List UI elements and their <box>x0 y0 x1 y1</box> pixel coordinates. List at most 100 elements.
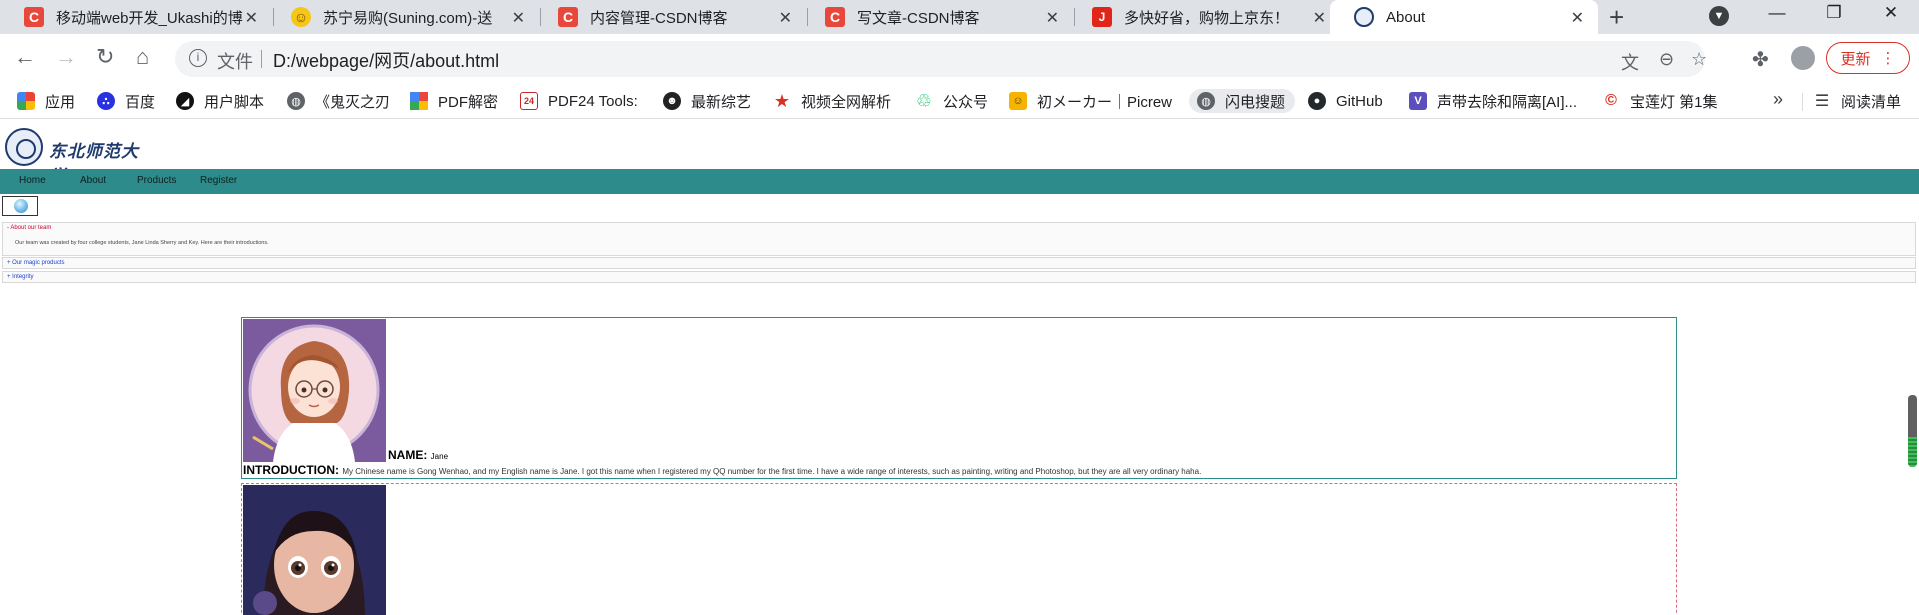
nav-about[interactable]: About <box>80 175 106 186</box>
bookmark-label: 初メーカー｜Picrew <box>1037 93 1173 111</box>
accordion-integrity[interactable]: + Integrity <box>2 271 1916 283</box>
translate-icon[interactable]: 文 <box>1621 49 1639 75</box>
forward-arrow-icon[interactable]: → <box>55 44 77 70</box>
variety-icon: ☻ <box>663 92 681 110</box>
accordion-title[interactable]: + Integrity <box>7 274 34 280</box>
university-seal-icon <box>5 128 43 166</box>
bookmark-label: 宝莲灯 第1集 <box>1630 93 1718 111</box>
suning-icon: ☺ <box>291 7 311 27</box>
bookmark-baidu[interactable]: ∴ 百度 <box>97 89 155 113</box>
profile-avatar[interactable] <box>1791 46 1815 70</box>
picrew-icon: ☺ <box>1009 92 1027 110</box>
minimize-button[interactable]: — <box>1749 0 1805 30</box>
accordion-body: Our team was created by four college stu… <box>15 240 269 246</box>
tab-strip: C 移动端web开发_Ukashi的博 ✕ ☺ 苏宁易购(Suning.com)… <box>0 0 1919 34</box>
bookmark-wechat-official[interactable]: ♲ 公众号 <box>915 89 988 113</box>
browser-toolbar: ← → ↻ ⌂ i 文件 D:/webpage/网页/about.html 文 … <box>0 34 1919 84</box>
extensions-puzzle-icon[interactable]: ✤ <box>1752 47 1769 72</box>
tab-1[interactable]: ☺ 苏宁易购(Suning.com)-送 ✕ <box>267 0 539 34</box>
bookmark-apps[interactable]: ​ 应用 <box>17 89 75 113</box>
tab-search-icon[interactable]: ▼ <box>1709 6 1729 26</box>
bookmark-github[interactable]: ● GitHub <box>1308 89 1383 113</box>
userscript-icon: ◢ <box>176 92 194 110</box>
bookmark-video-parse[interactable]: ★ 视频全网解析 <box>773 89 891 113</box>
tab-0[interactable]: C 移动端web开发_Ukashi的博 ✕ <box>0 0 272 34</box>
bookmark-label: 用户脚本 <box>204 93 265 111</box>
csdn-icon: C <box>558 7 578 27</box>
close-icon[interactable]: ✕ <box>1046 8 1059 28</box>
back-arrow-icon[interactable]: ← <box>14 44 36 70</box>
member-photo-jane <box>243 319 386 462</box>
site-nav-bar: Home About Products Register <box>0 169 1919 194</box>
maximize-button[interactable]: ❐ <box>1806 0 1862 30</box>
bookmark-label: PDF解密 <box>438 93 499 111</box>
tab-3[interactable]: C 写文章-CSDN博客 ✕ <box>801 0 1073 34</box>
bookmark-label: 应用 <box>45 93 76 111</box>
member-intro-label: INTRODUCTION: <box>243 463 339 477</box>
video-icon: © <box>1605 92 1617 109</box>
close-icon[interactable]: ✕ <box>1571 8 1584 28</box>
reading-list-icon: ☰ <box>1814 93 1830 110</box>
url-text[interactable]: D:/webpage/网页/about.html <box>273 47 499 73</box>
globe-button[interactable] <box>2 196 38 216</box>
globe-icon <box>14 199 28 213</box>
nav-products[interactable]: Products <box>137 175 176 186</box>
member-name-value: Jane <box>430 452 449 461</box>
window-close-button[interactable]: ✕ <box>1863 0 1919 30</box>
bookmark-lotus-lantern[interactable]: © 宝莲灯 第1集 <box>1602 89 1718 113</box>
csdn-icon: C <box>825 7 845 27</box>
bookmark-variety[interactable]: ☻ 最新综艺 <box>663 89 751 113</box>
nav-register[interactable]: Register <box>200 175 237 186</box>
tab-2[interactable]: C 内容管理-CSDN博客 ✕ <box>534 0 806 34</box>
accordion-title[interactable]: + Our magic products <box>7 260 65 266</box>
bookmark-kimetsu[interactable]: ◍ 《鬼灭之刃 <box>287 89 390 113</box>
kebab-menu-icon: ⋮ <box>1880 50 1896 67</box>
reading-list-label: 阅读清单 <box>1841 93 1902 111</box>
bookmark-vocal-remover[interactable]: V 声带去除和隔离[AI]... <box>1409 89 1577 113</box>
bookmark-flash-search[interactable]: ◍ 闪电搜题 <box>1189 89 1296 113</box>
pdf24-icon: 24 <box>520 92 538 110</box>
close-icon[interactable]: ✕ <box>779 8 792 28</box>
accordion-about-team[interactable]: - About our team Our team was created by… <box>2 222 1916 256</box>
address-bar[interactable]: i 文件 D:/webpage/网页/about.html 文 ⊖ ☆ <box>175 41 1707 77</box>
wechat-icon: ♲ <box>915 90 933 111</box>
bookmark-picrew[interactable]: ☺ 初メーカー｜Picrew <box>1009 89 1172 113</box>
new-tab-button[interactable]: + <box>1609 2 1624 33</box>
update-button[interactable]: 更新 ⋮ <box>1826 42 1910 74</box>
chevron-more-icon[interactable]: » <box>1773 89 1783 110</box>
tab-about-active[interactable]: About ✕ <box>1330 0 1598 34</box>
tab-4[interactable]: J 多快好省，购物上京东！ ✕ <box>1068 0 1340 34</box>
nav-home[interactable]: Home <box>19 175 46 186</box>
bookmark-label: 声带去除和隔离[AI]... <box>1437 93 1578 111</box>
info-icon[interactable]: i <box>189 49 207 67</box>
accordion-magic-products[interactable]: + Our magic products <box>2 257 1916 269</box>
accordion-title[interactable]: - About our team <box>7 225 51 231</box>
tab-title: 苏宁易购(Suning.com)-送 <box>323 9 493 27</box>
reading-list-button[interactable]: ☰ 阅读清单 <box>1813 89 1901 113</box>
bookmark-pdf24[interactable]: 24 PDF24 Tools: <box>520 89 638 113</box>
university-seal-icon <box>1354 7 1374 27</box>
update-label: 更新 <box>1840 50 1871 68</box>
scrollbar-grip[interactable] <box>1908 437 1917 467</box>
university-logo[interactable]: 东北师范大学 <box>5 128 145 187</box>
zoom-icon[interactable]: ⊖ <box>1659 49 1674 70</box>
bookmark-label: 最新综艺 <box>691 93 752 111</box>
bookmark-star-icon[interactable]: ☆ <box>1691 49 1707 70</box>
bookmark-label: PDF24 Tools: <box>548 92 638 110</box>
bookmark-pdf-decrypt[interactable]: ​ PDF解密 <box>410 89 498 113</box>
star-icon: ★ <box>773 90 791 111</box>
close-icon[interactable]: ✕ <box>1313 8 1326 28</box>
tab-title: 内容管理-CSDN博客 <box>590 9 728 27</box>
web-page: 东北师范大学 Home About Products Register - Ab… <box>0 119 1919 615</box>
close-icon[interactable]: ✕ <box>512 8 525 28</box>
close-icon[interactable]: ✕ <box>245 8 258 28</box>
jd-icon: J <box>1092 7 1112 27</box>
bookmark-label: 百度 <box>125 93 156 111</box>
home-icon[interactable]: ⌂ <box>136 44 149 70</box>
bookmark-userscript[interactable]: ◢ 用户脚本 <box>176 89 264 113</box>
bookmarks-divider <box>1802 93 1803 111</box>
member-name-line: NAME: Jane <box>388 448 448 462</box>
reload-icon[interactable]: ↻ <box>96 44 114 70</box>
globe-icon: ◍ <box>287 92 305 110</box>
bookmark-label: 视频全网解析 <box>801 93 892 111</box>
